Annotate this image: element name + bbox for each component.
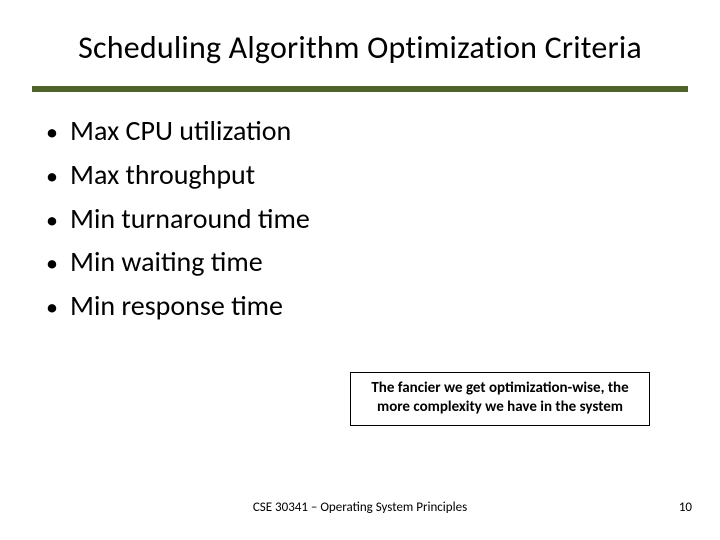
title-divider <box>32 86 688 92</box>
slide-title: Scheduling Algorithm Optimization Criter… <box>0 28 720 67</box>
footer-page-number: 10 <box>679 500 692 515</box>
slide: Scheduling Algorithm Optimization Criter… <box>0 0 720 540</box>
bullet-icon: • <box>46 250 70 279</box>
bullet-icon: • <box>46 163 70 192</box>
list-item: • Max throughput <box>46 156 646 194</box>
list-item: • Min turnaround time <box>46 200 646 238</box>
list-item: • Min response time <box>46 287 646 325</box>
list-item: • Max CPU utilization <box>46 112 646 150</box>
slide-footer: CSE 30341 – Operating System Principles … <box>0 500 720 520</box>
bullet-text: Min waiting time <box>70 243 263 281</box>
bullet-list: • Max CPU utilization • Max throughput •… <box>46 112 646 331</box>
list-item: • Min waiting time <box>46 243 646 281</box>
callout-box: The fancier we get optimization-wise, th… <box>350 372 650 426</box>
bullet-text: Min turnaround time <box>70 200 310 238</box>
bullet-icon: • <box>46 119 70 148</box>
bullet-icon: • <box>46 294 70 323</box>
bullet-text: Max throughput <box>70 156 255 194</box>
bullet-text: Min response time <box>70 287 283 325</box>
bullet-icon: • <box>46 207 70 236</box>
footer-course: CSE 30341 – Operating System Principles <box>0 500 720 515</box>
bullet-text: Max CPU utilization <box>70 112 291 150</box>
